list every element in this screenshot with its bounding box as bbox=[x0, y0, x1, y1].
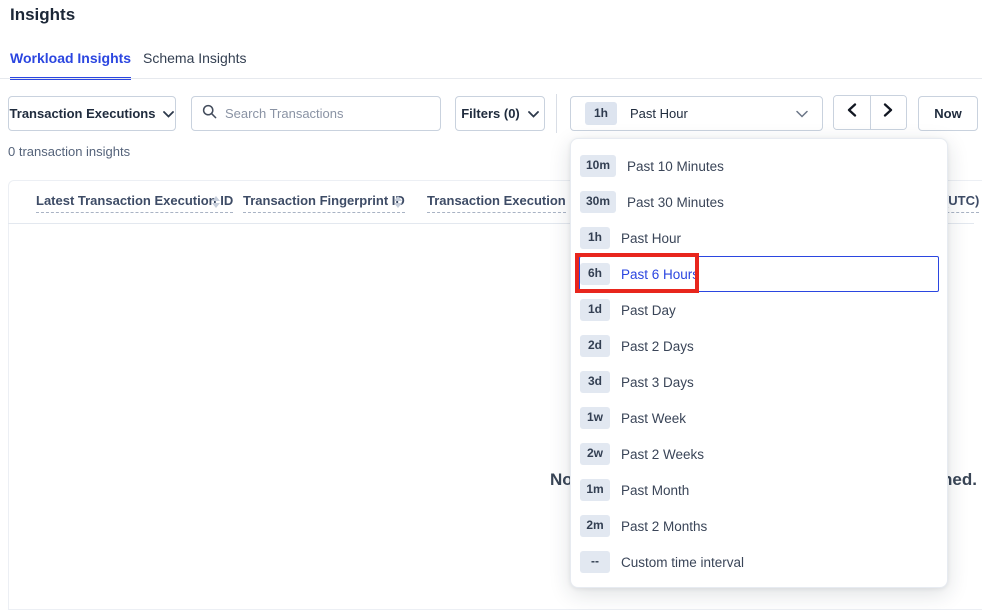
column-header-transaction-execution[interactable]: Transaction Execution bbox=[427, 193, 566, 213]
now-button-label: Now bbox=[934, 106, 961, 121]
time-option-label: Past 2 Weeks bbox=[621, 447, 704, 462]
time-option-badge: 10m bbox=[580, 155, 616, 176]
chevron-down-icon bbox=[163, 106, 174, 121]
time-option-1m[interactable]: 1m Past Month bbox=[571, 472, 947, 508]
now-button[interactable]: Now bbox=[918, 96, 978, 131]
time-option-badge: 1w bbox=[580, 407, 610, 428]
time-option-badge: 1h bbox=[580, 227, 610, 248]
time-option-label: Past 2 Months bbox=[621, 519, 707, 534]
time-option-badge: 1m bbox=[580, 479, 610, 500]
time-option-30m[interactable]: 30m Past 30 Minutes bbox=[571, 184, 947, 220]
sort-icon[interactable] bbox=[394, 196, 403, 208]
search-input[interactable] bbox=[225, 106, 430, 121]
time-option-label: Past Week bbox=[621, 411, 686, 426]
filters-button-label: Filters (0) bbox=[461, 106, 520, 121]
column-header-transaction-fingerprint-id[interactable]: Transaction Fingerprint ID bbox=[243, 193, 405, 213]
time-option-6h[interactable]: 6h Past 6 Hours bbox=[571, 256, 947, 292]
time-option-label: Past Month bbox=[621, 483, 689, 498]
chevron-down-icon bbox=[528, 106, 539, 121]
time-option-label: Past 2 Days bbox=[621, 339, 694, 354]
time-option-badge: 1d bbox=[580, 299, 610, 320]
chevron-right-icon bbox=[883, 103, 893, 122]
time-option-label: Past 3 Days bbox=[621, 375, 694, 390]
time-option-3d[interactable]: 3d Past 3 Days bbox=[571, 364, 947, 400]
tabbar-divider bbox=[0, 78, 982, 79]
insight-type-select[interactable]: Transaction Executions bbox=[8, 96, 176, 131]
next-range-button[interactable] bbox=[871, 96, 907, 129]
time-option-label: Past 10 Minutes bbox=[627, 159, 724, 174]
time-range-select[interactable]: 1h Past Hour bbox=[570, 96, 823, 131]
time-option-label: Custom time interval bbox=[621, 555, 744, 570]
time-option-2d[interactable]: 2d Past 2 Days bbox=[571, 328, 947, 364]
time-option-2m[interactable]: 2m Past 2 Months bbox=[571, 508, 947, 544]
toolbar-divider bbox=[556, 94, 557, 133]
time-range-dropdown: 10m Past 10 Minutes 30m Past 30 Minutes 1h Pa… bbox=[570, 138, 948, 588]
chevron-left-icon bbox=[847, 103, 857, 122]
time-option-badge: 2d bbox=[580, 335, 610, 356]
time-option-10m[interactable]: 10m Past 10 Minutes bbox=[571, 148, 947, 184]
insight-type-select-label: Transaction Executions bbox=[10, 106, 156, 121]
time-range-stepper bbox=[833, 95, 907, 130]
time-option-badge: 30m bbox=[580, 191, 616, 212]
time-option-badge: 6h bbox=[580, 263, 610, 284]
sort-icon[interactable] bbox=[212, 196, 221, 208]
tab-workload-insights[interactable]: Workload Insights bbox=[10, 50, 131, 80]
time-option-badge: 2m bbox=[580, 515, 610, 536]
time-option-badge: -- bbox=[580, 551, 610, 572]
tab-schema-insights[interactable]: Schema Insights bbox=[143, 50, 247, 77]
search-icon bbox=[202, 104, 217, 124]
time-option-label: Past Hour bbox=[621, 231, 681, 246]
time-range-badge: 1h bbox=[585, 102, 617, 124]
time-option-badge: 3d bbox=[580, 371, 610, 392]
time-option-2w[interactable]: 2w Past 2 Weeks bbox=[571, 436, 947, 472]
column-header-latest-transaction-execution-id[interactable]: Latest Transaction Execution ID bbox=[36, 193, 233, 213]
chevron-down-icon bbox=[796, 105, 808, 123]
time-option-badge: 2w bbox=[580, 443, 610, 464]
time-option-label: Past 6 Hours bbox=[621, 267, 699, 282]
search-box[interactable] bbox=[191, 96, 441, 131]
filters-button[interactable]: Filters (0) bbox=[455, 96, 545, 131]
time-option-label: Past 30 Minutes bbox=[627, 195, 724, 210]
insights-count-summary: 0 transaction insights bbox=[8, 144, 130, 159]
page-title: Insights bbox=[10, 5, 75, 25]
time-option-1d[interactable]: 1d Past Day bbox=[571, 292, 947, 328]
previous-range-button[interactable] bbox=[834, 96, 871, 129]
time-range-label: Past Hour bbox=[630, 106, 688, 121]
time-option-1w[interactable]: 1w Past Week bbox=[571, 400, 947, 436]
time-option-1h[interactable]: 1h Past Hour bbox=[571, 220, 947, 256]
time-option-custom[interactable]: -- Custom time interval bbox=[571, 544, 947, 580]
time-option-label: Past Day bbox=[621, 303, 676, 318]
